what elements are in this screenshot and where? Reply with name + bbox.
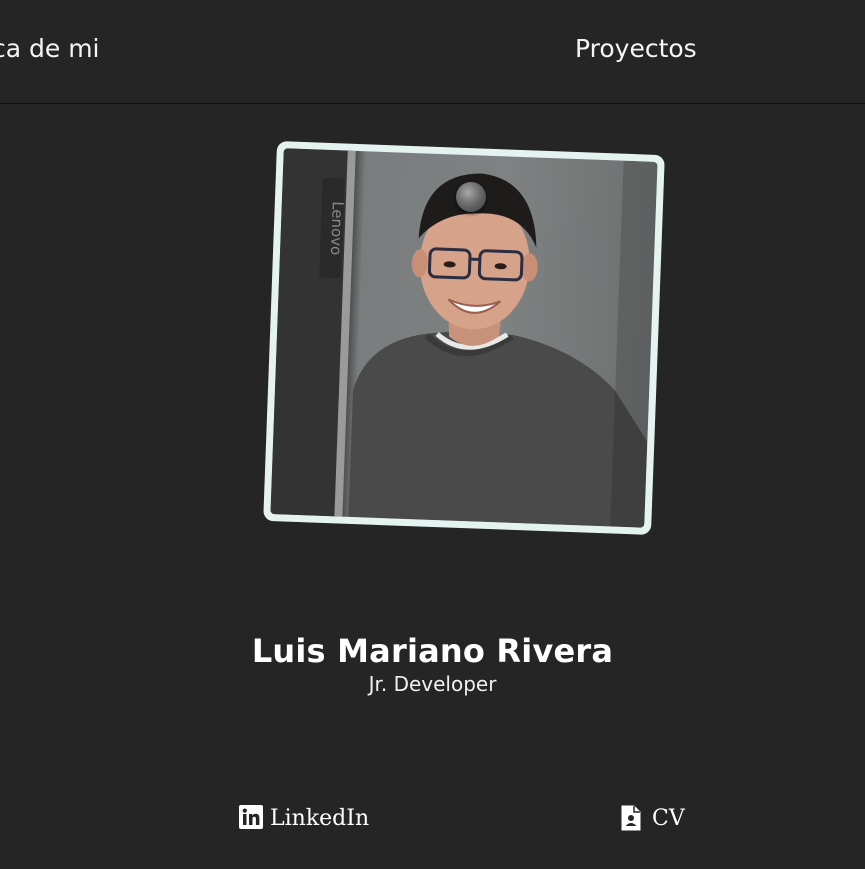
cv-link[interactable]: CV	[621, 805, 685, 831]
monitor-brand-text: Lenovo	[327, 201, 347, 256]
top-navigation: ca de mi Proyectos	[0, 0, 865, 104]
linkedin-icon	[239, 805, 263, 831]
linkedin-label: LinkedIn	[270, 805, 370, 831]
profile-role: Jr. Developer	[368, 672, 497, 696]
profile-name: Luis Mariano Rivera	[251, 632, 614, 670]
cv-label: CV	[652, 805, 685, 831]
linkedin-link[interactable]: LinkedIn	[239, 805, 369, 831]
nav-link-projects[interactable]: Proyectos	[575, 33, 697, 65]
nav-link-about[interactable]: ca de mi	[0, 33, 100, 65]
document-icon	[621, 805, 645, 831]
pushpin-icon	[456, 182, 486, 212]
